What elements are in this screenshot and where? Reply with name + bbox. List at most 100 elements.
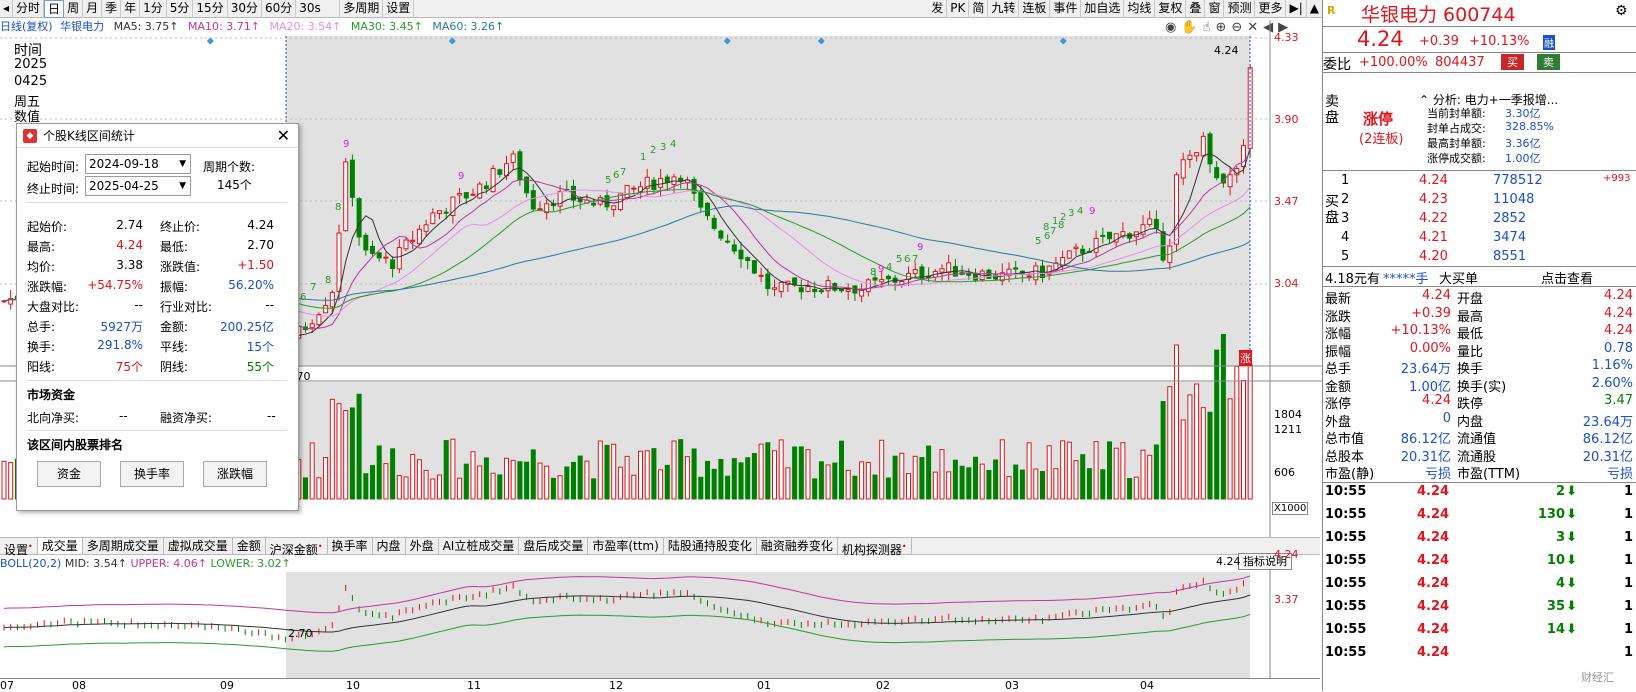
tab-institution[interactable]: 机构探测器• [838,538,912,557]
volume-bar [885,477,891,500]
arrow-down-icon: ⬇ [1566,599,1577,614]
gear-icon[interactable]: ⚙ [1615,3,1628,19]
boll-indicator-bar: BOLL(20,2) MID: 3.54↑ UPPER: 4.06↑ LOWER… [0,556,291,572]
range-stats-dialog: ◆ 个股K线区间统计 ✕ 起始时间: 2024-09-18 ▼ 终止时间: 202… [16,123,299,511]
tab-multi-volume[interactable]: 多周期成交量 [83,538,164,554]
td-number: 3 [660,142,666,153]
td-number: 9 [1089,206,1095,217]
stat-value: 291.8% [97,338,143,352]
tab-volume[interactable]: 成交量 [37,538,83,554]
stat-value: 15个 [246,340,274,354]
rank-turnover-button[interactable]: 换手率 [120,461,184,487]
arrow-down-icon: ⬇ [1566,576,1577,591]
volume-bar [1066,441,1072,500]
close-icon[interactable]: ✕ [277,124,290,148]
candle-body [1013,267,1019,270]
bid-row[interactable]: 5 4.20 8551 [1323,249,1636,267]
volume-bar [678,439,684,500]
candle-body [390,259,396,269]
stats-row: 涨跌幅: +54.75% 振幅: 56.20% [17,276,300,296]
end-date-select[interactable]: 2025-04-25 ▼ [85,176,191,196]
volume-bar [1133,476,1139,500]
volume-bar [396,475,402,500]
bid-row[interactable]: 4 4.21 3474 [1323,230,1636,248]
stat-row: 总手 23.64万 换手 1.16% [1325,358,1633,377]
tab-turnover[interactable]: 换手率 [328,538,373,554]
volume-bar [477,465,483,500]
event-marker-icon [206,37,214,45]
volume-bar [865,461,871,500]
x-tick-11: 11 [467,679,481,692]
buy-button[interactable]: 买 [1501,54,1524,70]
stat-value: 4.24 [247,218,274,232]
volume-bar [778,439,784,500]
td-number: 4 [886,262,892,273]
stat-label: 平线: [160,340,189,354]
boll-upper: UPPER: 4.06↑ [130,557,207,570]
candle-body [778,282,784,293]
volume-bar [1180,419,1186,500]
candle-body [470,193,476,196]
td-number: 9 [458,171,464,182]
volume-bar [504,457,509,500]
tab-hkconnect[interactable]: 陆股通持股变化 [664,538,757,554]
stats-row: 总手: 5927万 金额: 200.25亿 [17,316,300,336]
tab-amount[interactable]: 金额 [233,538,266,554]
tab-after-volume[interactable]: 盘后成交量 [519,538,589,554]
tab-margin[interactable]: 融资融券变化 [757,538,838,554]
boll-name[interactable]: BOLL(20,2) [0,557,61,570]
stat-value: 2.70 [247,238,274,252]
candle-body [698,190,704,208]
stat-label: 阴线: [160,360,189,374]
candle-body [818,290,824,293]
volume-bar [356,393,362,500]
tab-inner[interactable]: 内盘 [373,538,406,554]
volume-bar [309,442,315,500]
volume-bar [939,449,945,500]
weibi-label: 委比 [1323,57,1351,73]
stat-value: 55个 [246,360,274,374]
tab-ai-volume[interactable]: AI立桩成交量 [439,538,520,554]
chevron-down-icon: ▼ [179,159,186,169]
bid-row[interactable]: 2 4.23 11048 [1323,192,1636,210]
tab-hs-amount[interactable]: 沪深金额• [266,538,328,557]
sell-button[interactable]: 卖 [1537,54,1560,70]
candle-body [517,151,523,181]
stat-label: 总手: [27,320,56,334]
volume-bar [524,461,530,500]
tab-pe-ttm[interactable]: 市盈率(ttm) [588,538,664,554]
stat-row: 涨停 4.24 跌停 3.47 [1325,393,1633,412]
candle-body [738,249,744,260]
stat-row: 总市值 86.12亿 流通值 86.12亿 [1325,432,1633,447]
candle-body [457,193,463,196]
volume-bar [825,464,831,500]
margin-badge: 融 [1543,35,1555,50]
candle-body [1207,133,1213,165]
volume-bar [1033,468,1039,500]
tab-setting[interactable]: 设置• [0,538,38,557]
stat-row: 涨跌 +0.39 最高 4.24 [1325,305,1633,325]
tab-virtual-volume[interactable]: 虚拟成交量 [164,538,233,554]
seal-row: 涨停成交额: 1.00亿 [1427,152,1541,165]
td-number: 5 [896,254,902,265]
volume-bar [8,462,14,500]
bid-row[interactable]: 1 4.24 778512 +993 [1323,173,1636,191]
period-count-label: 周期个数: [203,160,256,174]
tab-outer[interactable]: 外盘 [406,538,439,554]
x-tick-02: 02 [876,679,890,692]
candle-body [1241,145,1246,167]
stat-label: 阳线: [27,360,56,374]
td-number: 7 [912,254,918,265]
candle-body [383,256,389,259]
bid-row[interactable]: 3 4.22 2852 [1323,211,1636,229]
arrow-down-icon: ⬇ [1566,507,1577,522]
rank-fund-button[interactable]: 资金 [37,461,101,487]
volume-bar [410,453,416,500]
volume-bar [912,455,918,500]
start-date-select[interactable]: 2024-09-18 ▼ [85,154,191,174]
stat-row: 最新 4.24 开盘 4.24 [1325,288,1633,307]
volume-bar [323,457,329,500]
rank-change-button[interactable]: 涨跌幅 [203,461,267,487]
stat-value: 2.74 [116,218,143,232]
big-order-row[interactable]: 4.18元有 *****手 大买单 点击查看 [1323,268,1636,287]
